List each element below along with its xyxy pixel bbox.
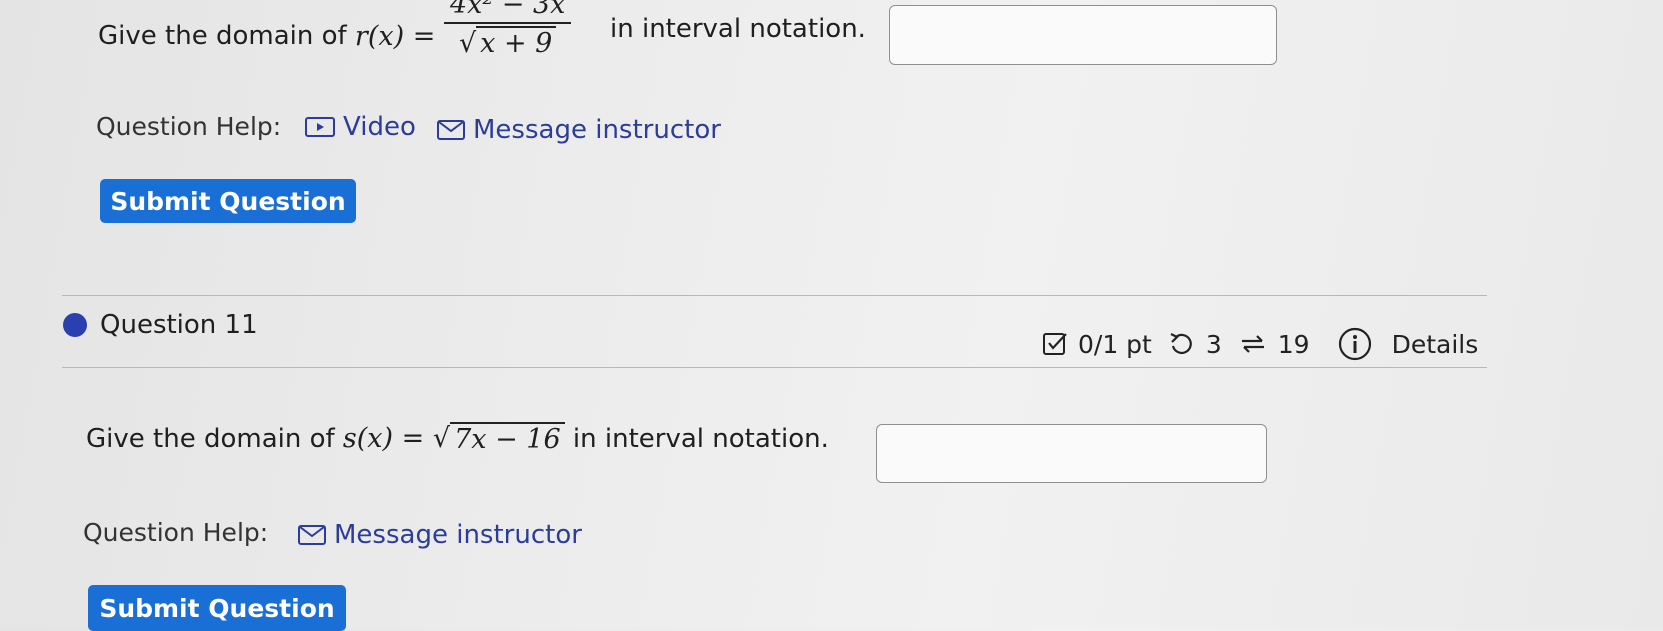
q10-video-label: Video [343,112,416,142]
q11-prompt-suffix: in interval notation. [572,423,829,454]
q11-function: s(x) = √ 7x − 16 [343,422,565,455]
retry-icon [1168,331,1196,357]
q11-radicand: 7x − 16 [450,422,565,455]
q10-function: r(x) = 4x² − 3x √ x + 9 [354,0,572,64]
q11-func-lhs: s(x) = [342,423,425,454]
mail-icon [298,524,326,546]
q10-prompt-suffix: in interval notation. [610,14,866,44]
q11-score: 0/1 pt [1078,329,1152,359]
sqrt-symbol: √ [432,423,451,454]
checkbox-icon [1042,331,1068,357]
q10-prompt-prefix: Give the domain of [98,21,347,51]
q11-prompt: Give the domain of s(x) = √ 7x − 16 in in… [86,422,829,455]
info-icon [1338,327,1372,361]
q10-denominator-radicand: x + 9 [476,26,557,59]
section-divider [62,295,1487,296]
video-icon [305,116,335,138]
header-underline [62,367,1487,368]
mail-icon [437,119,465,141]
q11-attempts: 19 [1277,329,1310,359]
q11-details-link[interactable]: Details [1338,327,1479,361]
q11-answer-input[interactable] [876,424,1267,483]
q10-prompt: Give the domain of r(x) = 4x² − 3x √ x + … [98,0,572,64]
q10-numerator: 4x² − 3x [443,0,572,24]
q10-help-label: Question Help: [96,112,282,141]
q11-retries: 3 [1205,329,1222,359]
q10-denominator: √ x + 9 [444,24,571,64]
q11-help-label: Question Help: [83,518,269,547]
q10-message-link[interactable]: Message instructor [437,115,721,145]
attempts-icon [1238,331,1268,357]
question-status-dot [63,313,87,337]
q11-title: Question 11 [100,310,258,340]
q11-message-link[interactable]: Message instructor [298,520,582,550]
q10-message-label: Message instructor [473,115,721,145]
q10-video-link[interactable]: Video [305,112,416,142]
q10-answer-input[interactable] [889,5,1277,65]
q11-meta: 0/1 pt 3 19 Details [1042,327,1478,361]
q10-fraction: 4x² − 3x √ x + 9 [443,0,572,64]
q11-submit-button[interactable]: Submit Question [88,585,346,631]
q11-message-label: Message instructor [334,520,582,550]
q10-submit-button[interactable]: Submit Question [100,179,356,223]
q11-details-label: Details [1391,329,1479,359]
q11-prompt-prefix: Give the domain of [86,423,335,454]
q10-func-lhs: r(x) = [354,20,436,52]
